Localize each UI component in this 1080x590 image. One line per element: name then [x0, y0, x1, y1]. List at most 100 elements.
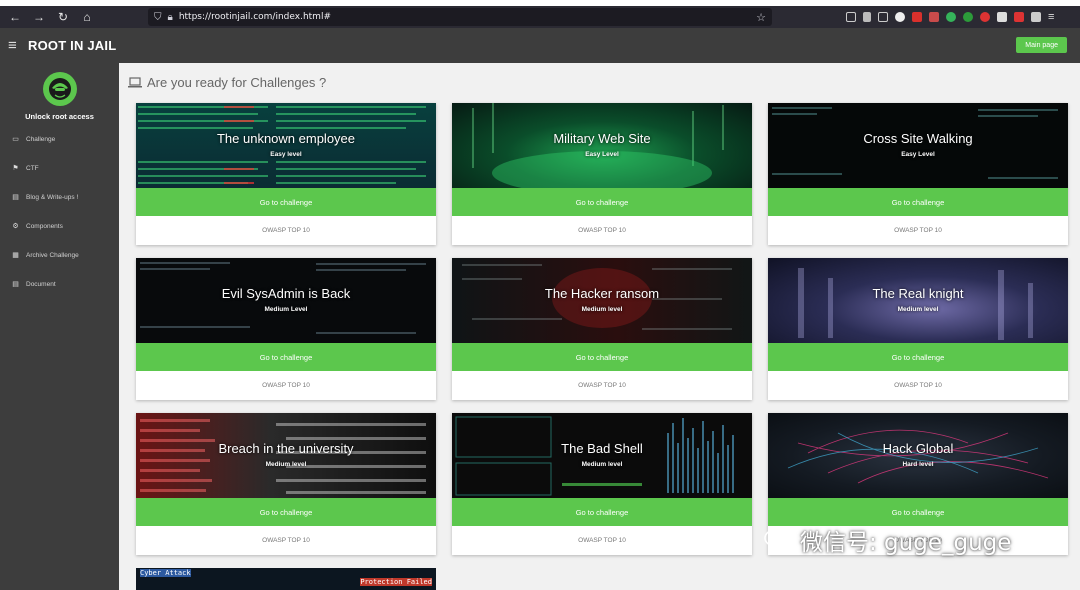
browser-toolbar: ← → ↻ ⌂ ⛉ 🔒︎ https://rootinjail.com/inde…: [0, 6, 1080, 28]
sidebar-item-label: Document: [26, 280, 56, 288]
sidebar-item-label: CTF: [26, 164, 39, 172]
monitor-icon: ▭: [12, 136, 19, 143]
card-title: The unknown employee: [216, 131, 356, 146]
card-level: Easy level: [270, 151, 302, 158]
book-icon: ▤: [12, 281, 19, 288]
go-to-challenge-button[interactable]: Go to challenge: [768, 188, 1068, 216]
challenge-image: The Hacker ransom Medium level: [452, 258, 752, 343]
card-title: Cross Site Walking: [863, 131, 973, 146]
go-to-challenge-button[interactable]: Go to challenge: [136, 188, 436, 216]
sidebar-item-challenge[interactable]: ▭ Challenge: [11, 135, 56, 144]
extension-icon[interactable]: [946, 12, 956, 22]
card-title: The Hacker ransom: [544, 286, 660, 301]
archive-icon: ▦: [12, 252, 19, 259]
extension-icon[interactable]: [1014, 12, 1024, 22]
page-heading: Are you ready for Challenges ?: [128, 75, 326, 90]
challenge-image: The unknown employee Easy level: [136, 103, 436, 188]
extension-icon[interactable]: [963, 12, 973, 22]
challenge-image: Cross Site Walking Easy Level: [768, 103, 1068, 188]
go-to-challenge-button[interactable]: Go to challenge: [768, 498, 1068, 526]
reload-icon[interactable]: ↻: [56, 10, 70, 24]
sidebar-item-components[interactable]: ⚙ Components: [11, 222, 63, 231]
brand-title[interactable]: ROOT IN JAIL: [28, 38, 116, 53]
card-title: Evil SysAdmin is Back: [221, 286, 351, 301]
pocket-icon[interactable]: [846, 12, 856, 22]
go-to-challenge-button[interactable]: Go to challenge: [136, 343, 436, 371]
challenge-image: Cyber Attack Protection Failed: [136, 568, 436, 590]
app-header: ≡ ROOT IN JAIL Main page: [0, 28, 1080, 63]
go-to-challenge-button[interactable]: Go to challenge: [136, 498, 436, 526]
forward-icon[interactable]: →: [32, 10, 46, 24]
extension-icon[interactable]: [912, 12, 922, 22]
hacker-avatar-icon: [43, 72, 77, 106]
go-to-challenge-button[interactable]: Go to challenge: [452, 188, 752, 216]
back-icon[interactable]: ←: [8, 10, 22, 24]
extensions: ≡: [846, 11, 1054, 23]
challenge-card: Cross Site Walking Easy Level Go to chal…: [768, 103, 1068, 245]
challenge-card: The Hacker ransom Medium level Go to cha…: [452, 258, 752, 400]
sidebar: Unlock root access ▭ Challenge ⚑ CTF ▤ B…: [0, 63, 119, 590]
extension-icon[interactable]: [929, 12, 939, 22]
extension-icon[interactable]: [1031, 12, 1041, 22]
page-title: Are you ready for Challenges ?: [147, 75, 327, 90]
challenge-image: Military Web Site Easy Level: [452, 103, 752, 188]
watermark-text: 微信号: guge_guge: [800, 530, 1012, 556]
card-category: OWASP TOP 10: [894, 382, 942, 389]
challenge-image: The Real knight Medium level: [768, 258, 1068, 343]
card-title: Hack Global: [882, 441, 954, 456]
adblock-icon[interactable]: [980, 12, 990, 22]
card-category: OWASP TOP 10: [262, 227, 310, 234]
menu-icon[interactable]: ≡: [1048, 11, 1054, 23]
sidebar-item-label: Components: [26, 222, 63, 230]
go-to-challenge-button[interactable]: Go to challenge: [768, 343, 1068, 371]
home-icon[interactable]: ⌂: [80, 10, 94, 24]
browser-nav: ← → ↻ ⌂: [0, 10, 148, 24]
sidebar-item-archive[interactable]: ▦ Archive Challenge: [11, 251, 79, 260]
card-level: Hard level: [902, 461, 934, 468]
url-text[interactable]: https://rootinjail.com/index.html#: [179, 12, 750, 22]
sidebar-item-document[interactable]: ▤ Document: [11, 280, 56, 289]
sidebar-item-label: Archive Challenge: [26, 251, 79, 259]
card-level: Medium level: [897, 306, 939, 313]
card-category: OWASP TOP 10: [262, 382, 310, 389]
wechat-icon: [764, 529, 793, 551]
challenge-card: Evil SysAdmin is Back Medium Level Go to…: [136, 258, 436, 400]
main-content: Are you ready for Challenges ? The unkno…: [119, 63, 1080, 590]
lock-icon[interactable]: 🔒︎: [168, 12, 173, 23]
go-to-challenge-button[interactable]: Go to challenge: [452, 498, 752, 526]
sidebar-item-label: Challenge: [26, 135, 56, 143]
card-level: Medium level: [581, 306, 623, 313]
shield-extension-icon[interactable]: [997, 12, 1007, 22]
book-icon: ▤: [12, 194, 19, 201]
challenge-card: The unknown employee Easy level Go to ch…: [136, 103, 436, 245]
extension-icon[interactable]: [895, 12, 905, 22]
card-title: The Bad Shell: [561, 441, 643, 456]
challenge-card: Cyber Attack Protection Failed: [136, 568, 436, 590]
shield-icon[interactable]: ⛉: [154, 12, 162, 23]
hamburger-menu-icon[interactable]: ≡: [8, 37, 24, 54]
card-level: Medium Level: [264, 306, 308, 313]
card-level: Medium level: [265, 461, 307, 468]
go-to-challenge-button[interactable]: Go to challenge: [452, 343, 752, 371]
challenge-image: The Bad Shell Medium level: [452, 413, 752, 498]
challenge-image: Evil SysAdmin is Back Medium Level: [136, 258, 436, 343]
challenge-card: Breach in the university Medium level Go…: [136, 413, 436, 555]
card-category: OWASP TOP 10: [262, 537, 310, 544]
card-category: OWASP TOP 10: [578, 382, 626, 389]
card-category: OWASP TOP 10: [578, 227, 626, 234]
sidebar-toggle-icon[interactable]: [878, 12, 888, 22]
address-bar[interactable]: ⛉ 🔒︎ https://rootinjail.com/index.html# …: [148, 8, 772, 26]
protection-failed-label: Protection Failed: [360, 578, 432, 586]
challenge-card: Military Web Site Easy Level Go to chall…: [452, 103, 752, 245]
flag-icon: ⚑: [12, 165, 19, 172]
card-category: OWASP TOP 10: [894, 227, 942, 234]
laptop-icon: [128, 77, 142, 88]
card-category: OWASP TOP 10: [578, 537, 626, 544]
card-level: Easy Level: [585, 151, 619, 158]
sidebar-item-blog[interactable]: ▤ Blog & Write-ups !: [11, 193, 78, 202]
library-icon[interactable]: [863, 12, 871, 22]
sidebar-item-ctf[interactable]: ⚑ CTF: [11, 164, 39, 173]
card-level: Medium level: [581, 461, 623, 468]
bookmark-star-icon[interactable]: ☆: [756, 11, 766, 24]
main-page-button[interactable]: Main page: [1016, 37, 1067, 53]
